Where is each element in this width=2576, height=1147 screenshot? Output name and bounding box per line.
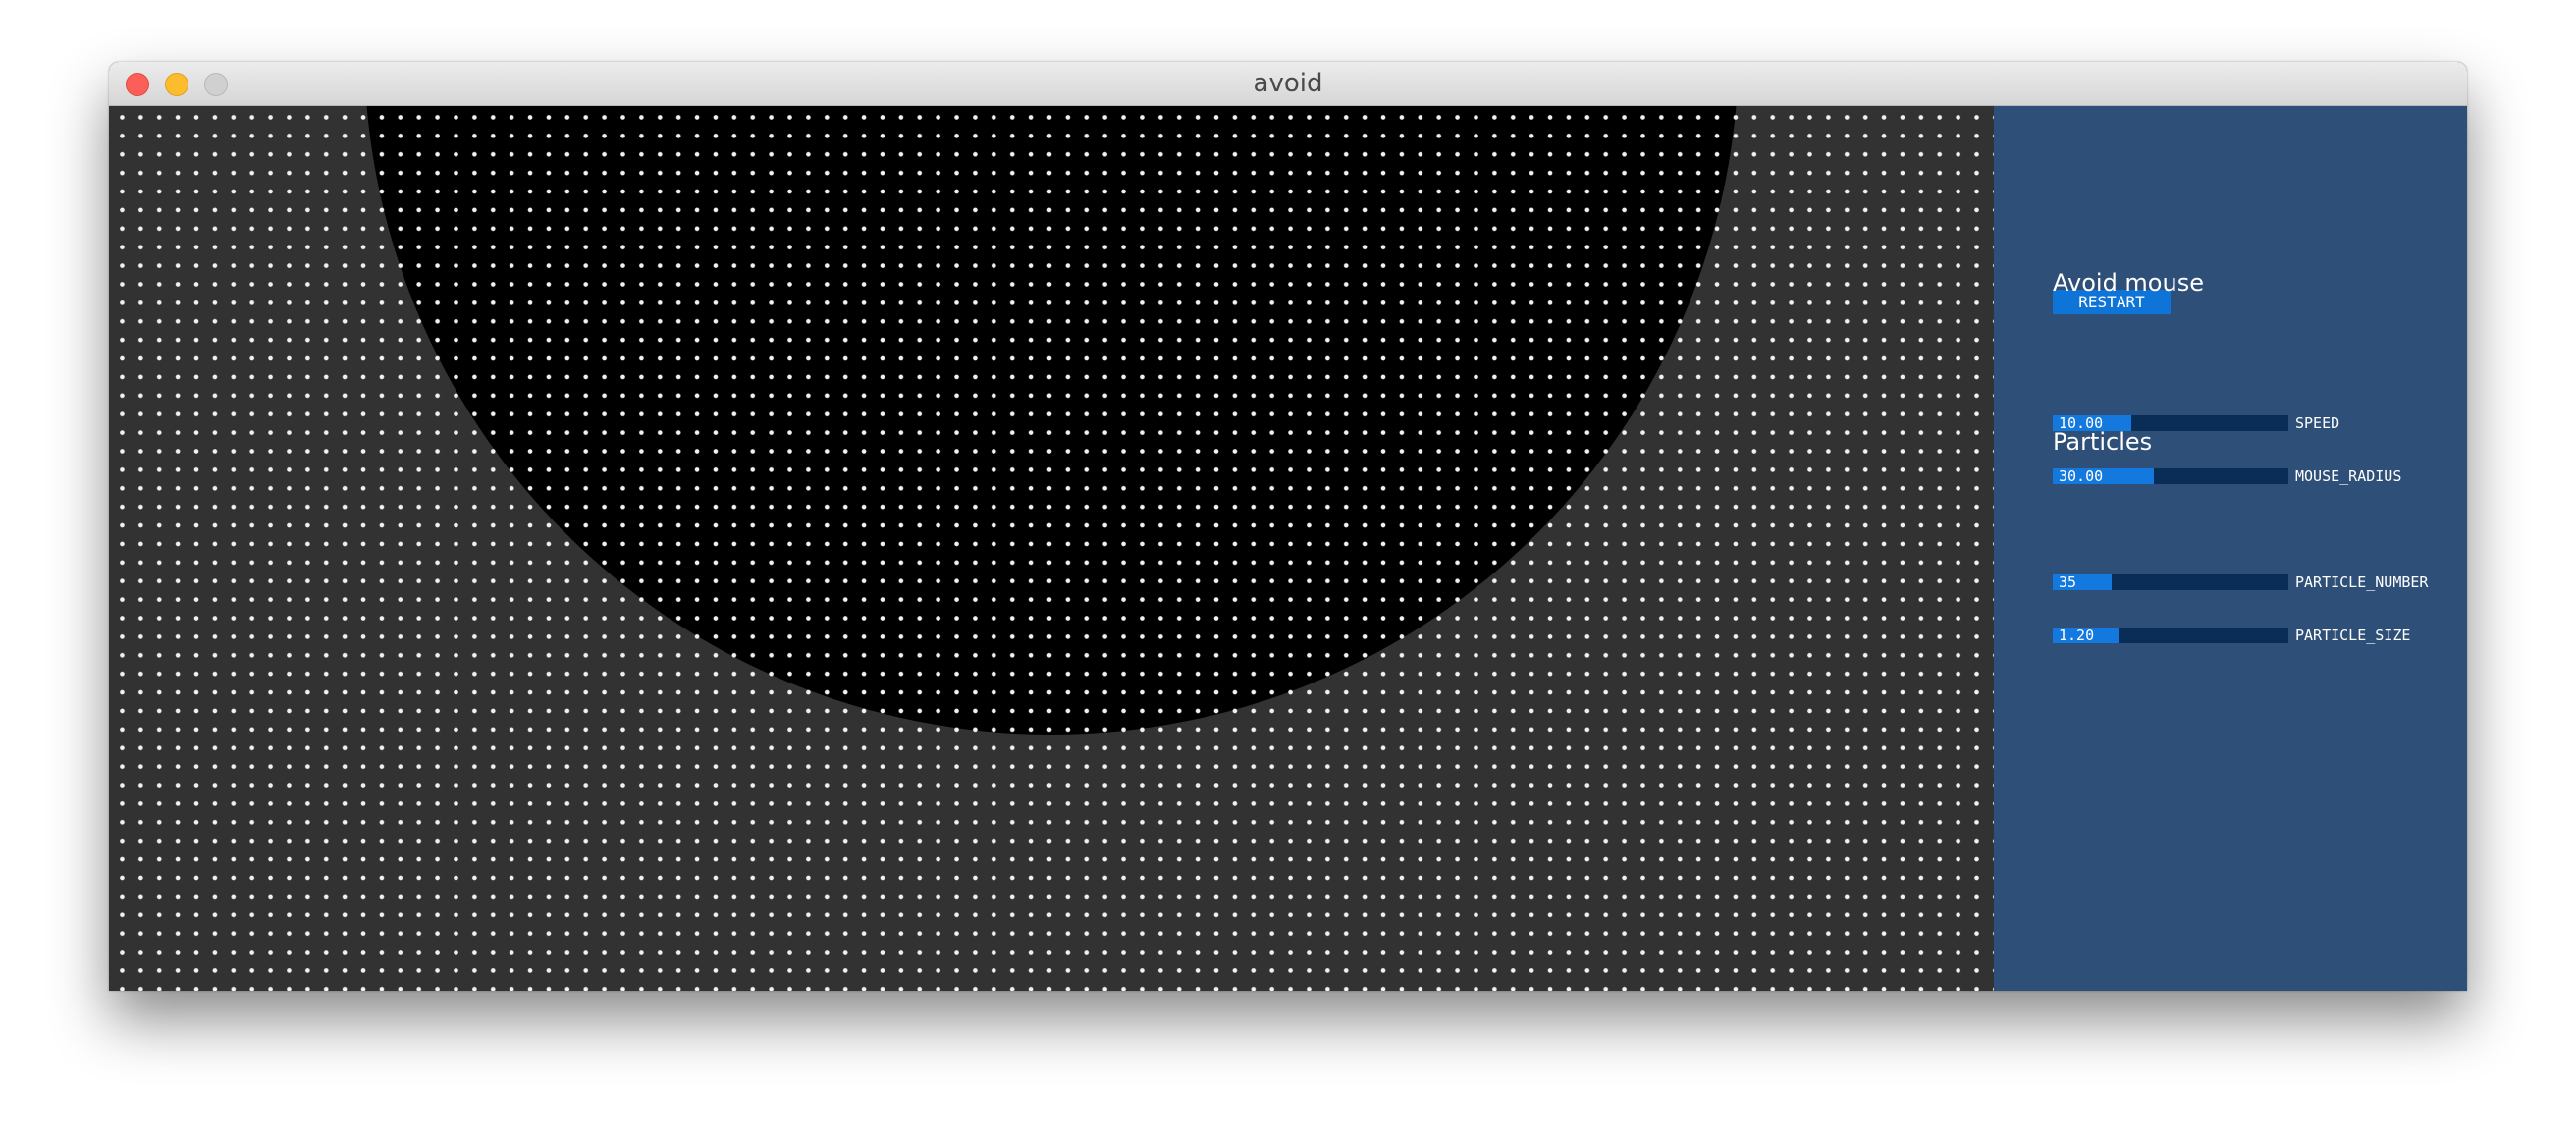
slider-track[interactable]: 30.00 [2053,468,2288,484]
slider-track[interactable]: 35 [2053,574,2288,590]
slider-value: 35 [2059,574,2077,591]
section-title-particles: Particles [2053,428,2153,456]
particle-canvas[interactable] [109,106,1994,991]
control-panel: RESTART Avoid mouse 10.00 SPEED 30.00 MO… [1994,106,2467,991]
slider-label: PARTICLE_NUMBER [2295,574,2429,591]
slider-label: SPEED [2295,414,2340,432]
section-title-avoid-mouse: Avoid mouse [2053,269,2204,297]
slider-value: 30.00 [2059,467,2104,485]
slider-track[interactable]: 1.20 [2053,628,2288,643]
slider-value: 1.20 [2059,627,2095,644]
app-window: avoid RESTART Avoid mouse 10.00 SPEED 30… [109,62,2467,991]
window-title: avoid [1253,69,1323,98]
slider-label: PARTICLE_SIZE [2295,627,2411,644]
particle-grid [109,106,1994,991]
title-bar: avoid [109,62,2467,106]
slider-label: MOUSE_RADIUS [2295,467,2402,485]
